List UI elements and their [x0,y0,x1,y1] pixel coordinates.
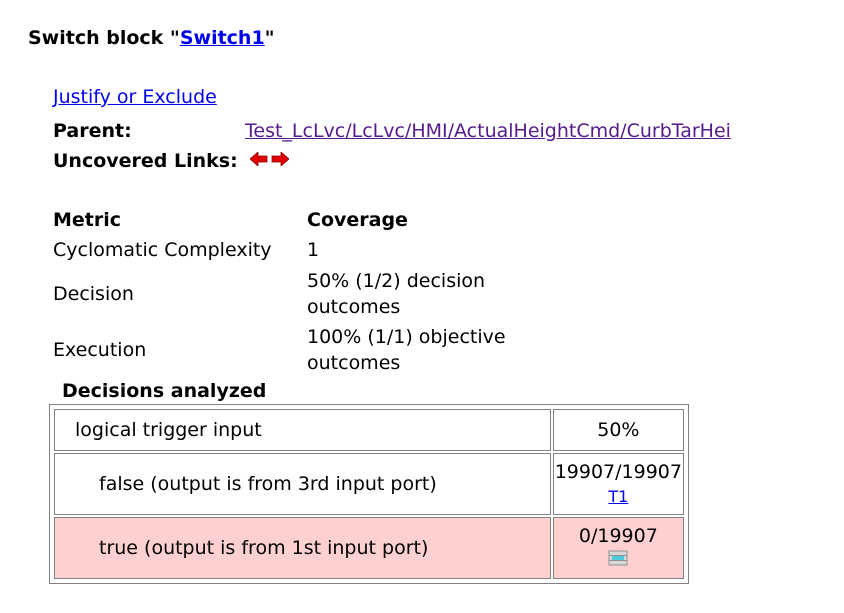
not-covered-icon [608,550,628,566]
decisions-table: logical trigger input 50% false (output … [49,404,689,584]
metric-coverage: 1 [307,238,320,261]
metrics-table: Metric Coverage Cyclomatic Complexity 1 … [53,207,613,378]
metric-row: Cyclomatic Complexity 1 [53,233,613,266]
metric-header: Metric [53,209,122,231]
test-t1-link[interactable]: T1 [608,487,628,506]
coverage-header: Coverage [307,209,408,231]
outcome-coverage: 0/19907 [552,517,684,579]
decision-description: logical trigger input [54,409,551,451]
metric-coverage: 100% (1/1) objective outcomes [307,326,506,374]
metric-coverage: 50% (1/2) decision outcomes [307,270,486,318]
title-suffix: " [264,27,275,49]
page-title: Switch block "Switch1" [28,27,275,49]
table-row: true (output is from 1st input port) 0/1… [54,517,684,579]
metric-row: Execution 100% (1/1) objective outcomes [53,322,613,378]
parent-label: Parent: [53,120,132,142]
switch1-link[interactable]: Switch1 [180,27,265,49]
metrics-header-row: Metric Coverage [53,207,613,233]
outcome-count: 0/19907 [578,525,658,547]
metric-name: Decision [53,283,134,305]
metric-row: Decision 50% (1/2) decision outcomes [53,266,613,322]
right-arrow-icon[interactable] [271,152,289,166]
decision-coverage: 50% [552,409,684,451]
parent-path-link[interactable]: Test_LcLvc/LcLvc/HMI/ActualHeightCmd/Cur… [245,120,731,142]
decisions-caption: Decisions analyzed [62,380,267,402]
outcome-coverage: 19907/19907 T1 [552,453,684,515]
left-arrow-icon[interactable] [250,152,268,166]
table-row: logical trigger input 50% [54,409,684,451]
title-prefix: Switch block " [28,27,180,49]
metric-name: Cyclomatic Complexity [53,238,272,261]
outcome-count: 19907/19907 [554,460,682,483]
uncovered-links-label: Uncovered Links: [53,150,238,172]
justify-or-exclude-link[interactable]: Justify or Exclude [53,86,217,108]
table-row: false (output is from 3rd input port) 19… [54,453,684,515]
outcome-description: false (output is from 3rd input port) [54,453,551,515]
metric-name: Execution [53,339,147,361]
uncovered-links-nav [250,152,289,166]
outcome-description: true (output is from 1st input port) [54,517,551,579]
